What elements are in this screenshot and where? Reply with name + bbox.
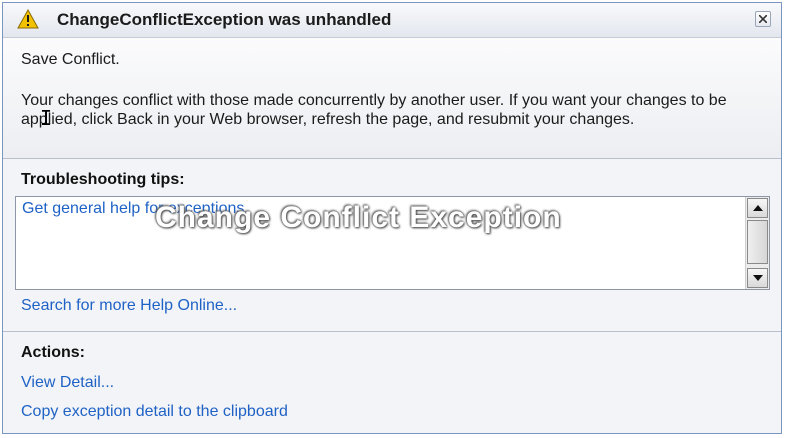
view-detail-link[interactable]: View Detail... xyxy=(21,374,114,392)
tips-scrollbar[interactable] xyxy=(745,197,769,289)
troubleshooting-heading: Troubleshooting tips: xyxy=(21,171,185,188)
copy-exception-detail-link[interactable]: Copy exception detail to the clipboard xyxy=(21,403,288,421)
scroll-down-arrow-icon xyxy=(753,275,763,281)
divider xyxy=(3,158,781,159)
scroll-down-button[interactable] xyxy=(747,268,768,288)
warning-triangle-icon xyxy=(17,8,39,29)
close-button[interactable] xyxy=(755,11,771,27)
title-bar: ChangeConflictException was unhandled xyxy=(3,3,781,38)
message-section: Save Conflict. Your changes conflict wit… xyxy=(3,38,781,158)
exception-dialog: ChangeConflictException was unhandled Sa… xyxy=(2,2,782,434)
error-heading: Save Conflict. xyxy=(21,51,120,68)
search-help-online-link[interactable]: Search for more Help Online... xyxy=(21,297,237,315)
watermark-text: Change Conflict Exception xyxy=(155,201,562,234)
scroll-up-arrow-icon xyxy=(753,205,763,211)
actions-heading: Actions: xyxy=(21,344,85,361)
text-cursor: I xyxy=(40,106,53,130)
dialog-title: ChangeConflictException was unhandled xyxy=(57,10,392,29)
scroll-up-button[interactable] xyxy=(747,198,768,218)
scroll-thumb[interactable] xyxy=(747,220,768,264)
close-icon xyxy=(759,15,767,23)
error-message: Your changes conflict with those made co… xyxy=(21,92,727,128)
divider xyxy=(3,331,781,332)
